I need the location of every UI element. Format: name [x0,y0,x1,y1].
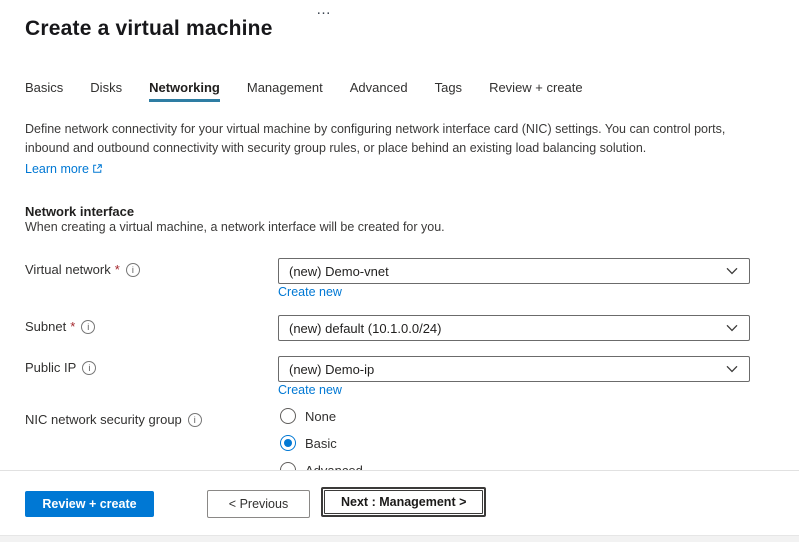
info-icon[interactable]: i [82,361,96,375]
required-mark: * [70,319,75,334]
create-vm-panel: Create a virtual machine … Basics Disks … [0,0,799,470]
wizard-tabs: Basics Disks Networking Management Advan… [25,80,583,102]
next-button-focus-ring: Next : Management > [321,487,486,517]
virtual-network-select[interactable]: (new) Demo-vnet [278,258,750,284]
next-management-button[interactable]: Next : Management > [324,490,483,514]
tab-networking[interactable]: Networking [149,80,220,102]
networking-intro-text: Define network connectivity for your vir… [25,122,725,155]
networking-intro: Define network connectivity for your vir… [25,120,737,180]
page-title: Create a virtual machine [25,14,273,44]
nsg-option-basic[interactable]: Basic [280,435,337,451]
nsg-option-none[interactable]: None [280,408,336,424]
public-ip-create-new-link[interactable]: Create new [278,383,342,397]
tab-tags[interactable]: Tags [435,80,462,102]
public-ip-label: Public IP i [25,360,96,375]
info-icon[interactable]: i [126,263,140,277]
review-create-button[interactable]: Review + create [25,491,154,517]
tab-disks[interactable]: Disks [90,80,122,102]
nsg-option-none-label: None [305,409,336,424]
nic-nsg-label: NIC network security group i [25,412,202,427]
more-actions-button[interactable]: … [312,1,335,19]
public-ip-label-text: Public IP [25,360,76,375]
learn-more-link[interactable]: Learn more [25,162,103,176]
nic-nsg-label-text: NIC network security group [25,412,182,427]
nsg-option-advanced[interactable]: Advanced [280,462,363,470]
public-ip-value: (new) Demo-ip [289,362,374,377]
tab-advanced[interactable]: Advanced [350,80,408,102]
virtual-network-label-text: Virtual network [25,262,111,277]
previous-button[interactable]: < Previous [207,490,310,518]
external-link-icon [92,161,103,180]
learn-more-label: Learn more [25,162,89,176]
subnet-select[interactable]: (new) default (10.1.0.0/24) [278,315,750,341]
info-icon[interactable]: i [188,413,202,427]
virtual-network-label: Virtual network * i [25,262,140,277]
network-interface-heading: Network interface [25,204,134,219]
radio-icon[interactable] [280,408,296,424]
subnet-label-text: Subnet [25,319,66,334]
radio-selected-icon[interactable] [280,435,296,451]
tab-basics[interactable]: Basics [25,80,63,102]
subnet-value: (new) default (10.1.0.0/24) [289,321,441,336]
required-mark: * [115,262,120,277]
bottom-strip [0,535,799,542]
network-interface-description: When creating a virtual machine, a netwo… [25,220,445,234]
info-icon[interactable]: i [81,320,95,334]
subnet-label: Subnet * i [25,319,95,334]
virtual-network-create-new-link[interactable]: Create new [278,285,342,299]
tab-review-create[interactable]: Review + create [489,80,583,102]
chevron-down-icon [726,365,738,373]
wizard-footer: Review + create < Previous Next : Manage… [0,470,799,542]
chevron-down-icon [726,324,738,332]
radio-icon[interactable] [280,462,296,470]
tab-management[interactable]: Management [247,80,323,102]
chevron-down-icon [726,267,738,275]
nsg-option-advanced-label: Advanced [305,463,363,471]
virtual-network-value: (new) Demo-vnet [289,264,389,279]
public-ip-select[interactable]: (new) Demo-ip [278,356,750,382]
nsg-option-basic-label: Basic [305,436,337,451]
